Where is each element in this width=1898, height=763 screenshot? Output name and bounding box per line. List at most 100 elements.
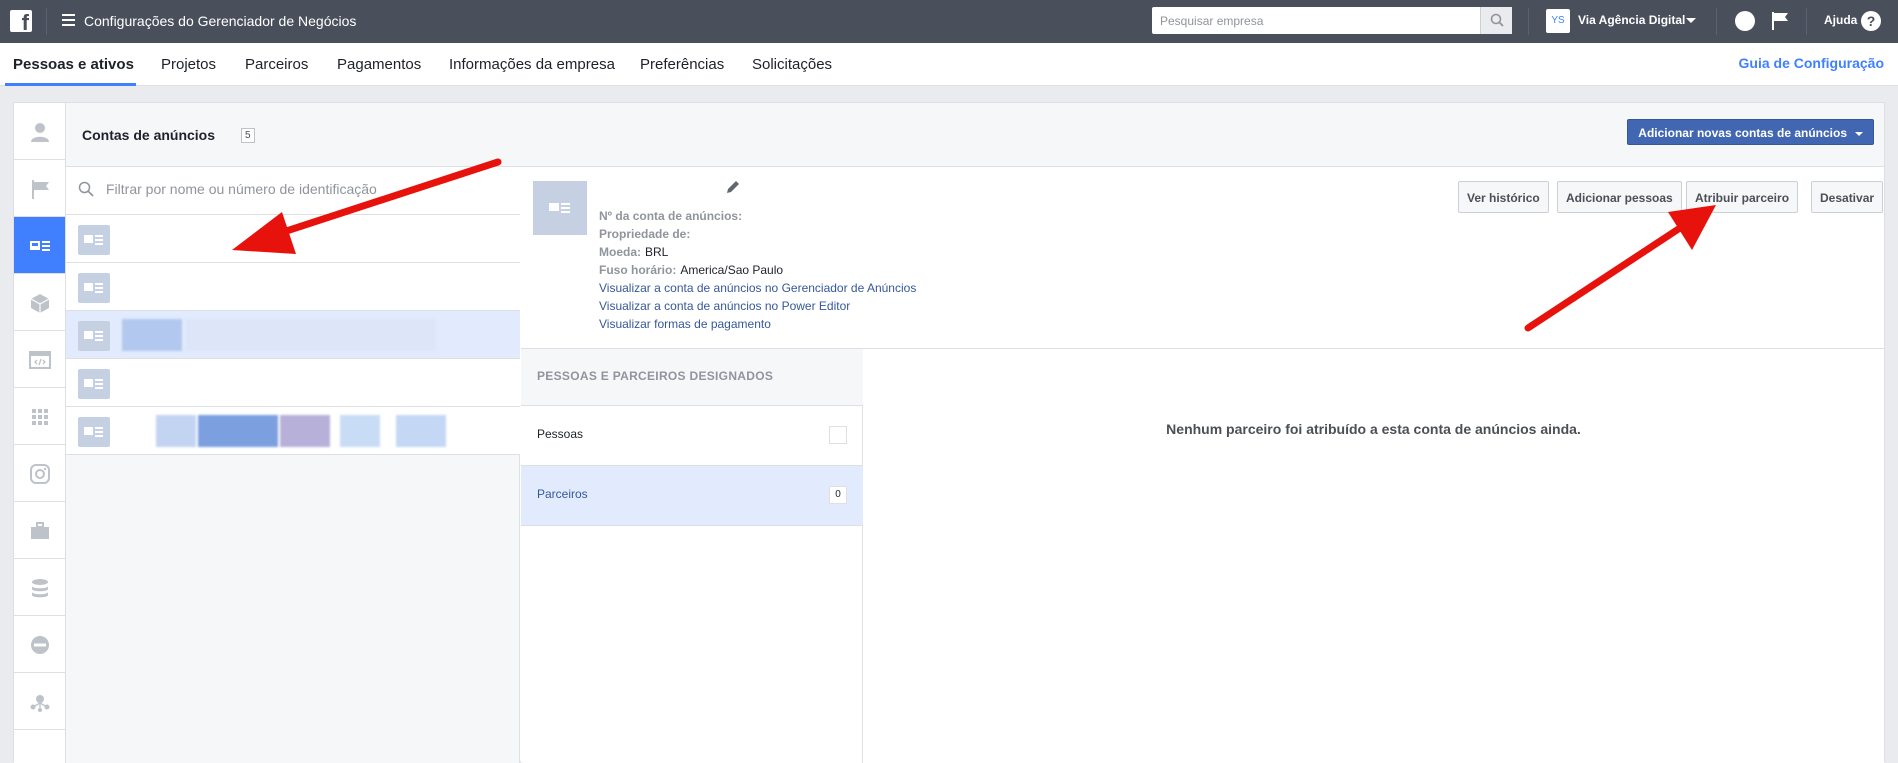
assign-partner-button[interactable]: Atribuir parceiro <box>1686 181 1799 213</box>
flag-icon[interactable] <box>1770 11 1790 31</box>
main-panel: Contas de anúncios 5 Adicionar novas con… <box>13 102 1885 763</box>
menu-icon[interactable] <box>62 14 75 26</box>
view-payment-methods-link[interactable]: Visualizar formas de pagamento <box>599 317 771 331</box>
database-icon <box>32 579 48 598</box>
partners-count-badge: 0 <box>829 486 847 504</box>
view-in-ads-manager-link[interactable]: Visualizar a conta de anúncios no Gerenc… <box>599 281 916 295</box>
business-switcher[interactable]: Via Agência Digital <box>1578 13 1685 27</box>
tab-payments[interactable]: Pagamentos <box>337 56 421 73</box>
rail-item-block-lists[interactable] <box>14 616 65 673</box>
people-count-badge <box>829 426 847 444</box>
active-tab-indicator <box>5 83 136 86</box>
ad-accounts-header: Contas de anúncios 5 Adicionar novas con… <box>66 103 1884 167</box>
ad-account-icon <box>30 241 50 251</box>
assigned-menu: PESSOAS E PARCEIROS DESIGNADOS Pessoas P… <box>521 349 863 763</box>
app-title: Configurações do Gerenciador de Negócios <box>84 13 357 29</box>
ad-account-currency: Moeda: BRL <box>599 245 669 259</box>
divider <box>1716 8 1717 35</box>
deactivate-button[interactable]: Desativar <box>1811 181 1884 213</box>
account-summary: Nº da conta de anúncios: Propriedade de:… <box>521 167 1884 349</box>
assigned-item-label: Pessoas <box>537 427 584 441</box>
divider <box>1806 8 1807 35</box>
search-button[interactable] <box>1480 7 1512 34</box>
add-ad-accounts-button[interactable]: Adicionar novas contas de anúncios <box>1627 119 1874 145</box>
ad-account-icon <box>78 225 110 255</box>
rail-item-instagram[interactable] <box>14 445 65 502</box>
assigned-item-people[interactable]: Pessoas <box>521 406 863 466</box>
filter-input[interactable] <box>106 181 506 197</box>
instagram-icon <box>30 464 50 484</box>
rail-item-offline-events[interactable] <box>14 559 65 616</box>
settings-tabs: Pessoas e ativos Projetos Parceiros Paga… <box>0 43 1898 86</box>
tab-business-info[interactable]: Informações da empresa <box>449 56 615 73</box>
rail-item-people[interactable] <box>14 103 65 160</box>
block-icon <box>31 636 49 654</box>
redacted-name <box>280 415 330 447</box>
page-title: Contas de anúncios <box>82 127 216 143</box>
ad-account-owner: Propriedade de: <box>599 227 691 241</box>
asset-type-rail <box>14 103 66 763</box>
assigned-item-partners[interactable]: Parceiros 0 <box>521 466 863 526</box>
ad-account-icon <box>78 273 110 303</box>
code-window-icon <box>29 351 51 369</box>
rail-item-pixels[interactable] <box>14 331 65 388</box>
assigned-item-label: Parceiros <box>537 487 588 501</box>
redacted-name <box>396 415 446 447</box>
rail-item-ad-accounts[interactable] <box>14 217 65 274</box>
ad-account-icon <box>78 369 110 399</box>
redacted-name <box>122 319 182 351</box>
cube-icon <box>30 294 50 313</box>
account-count-badge: 5 <box>241 128 255 143</box>
tab-projects[interactable]: Projetos <box>161 56 216 73</box>
list-item[interactable] <box>66 359 520 407</box>
redacted-name <box>156 415 196 447</box>
pencil-icon[interactable] <box>725 179 741 195</box>
view-in-power-editor-link[interactable]: Visualizar a conta de anúncios no Power … <box>599 299 850 313</box>
business-search <box>1152 7 1512 34</box>
list-item[interactable] <box>66 215 520 263</box>
globe-icon[interactable] <box>1735 11 1755 31</box>
assigned-header: PESSOAS E PARCEIROS DESIGNADOS <box>521 349 863 406</box>
add-ad-accounts-label: Adicionar novas contas de anúncios <box>1638 126 1847 140</box>
tab-partners[interactable]: Parceiros <box>245 56 308 73</box>
add-people-button[interactable]: Adicionar pessoas <box>1557 181 1682 213</box>
flag-icon <box>32 180 49 199</box>
business-search-input[interactable] <box>1152 7 1482 34</box>
person-icon <box>31 123 49 142</box>
search-icon <box>1490 13 1504 27</box>
top-bar: f Configurações do Gerenciador de Negóci… <box>0 0 1898 43</box>
tab-people-and-assets[interactable]: Pessoas e ativos <box>13 56 134 73</box>
setup-guide-link[interactable]: Guia de Configuração <box>1739 55 1884 71</box>
divider <box>1528 8 1529 35</box>
rail-item-connections[interactable] <box>14 673 65 730</box>
rail-item-catalogs[interactable] <box>14 274 65 331</box>
help-link[interactable]: Ajuda <box>1824 13 1857 27</box>
divider <box>46 8 47 35</box>
search-icon <box>78 181 94 197</box>
redacted-name <box>340 415 380 447</box>
help-icon[interactable]: ? <box>1861 11 1881 31</box>
view-history-button[interactable]: Ver histórico <box>1458 181 1549 213</box>
filter-bar <box>66 167 520 215</box>
ad-account-timezone: Fuso horário: America/Sao Paulo <box>599 263 784 277</box>
grid-icon <box>32 409 48 425</box>
rail-item-pages[interactable] <box>14 160 65 217</box>
ad-account-icon <box>78 417 110 447</box>
briefcase-icon <box>31 522 49 539</box>
business-avatar[interactable]: YS <box>1546 9 1570 33</box>
redacted-name <box>186 319 436 351</box>
ad-account-icon <box>78 321 110 351</box>
tab-requests[interactable]: Solicitações <box>752 56 832 73</box>
list-item[interactable] <box>66 407 520 455</box>
empty-state-message: Nenhum parceiro foi atribuído a esta con… <box>1166 421 1581 437</box>
ad-account-detail: Nº da conta de anúncios: Propriedade de:… <box>521 167 1884 763</box>
ad-account-icon <box>533 181 587 235</box>
rail-item-apps[interactable] <box>14 388 65 445</box>
chevron-down-icon[interactable] <box>1686 18 1696 23</box>
facebook-logo-icon[interactable]: f <box>10 10 32 32</box>
list-item[interactable] <box>66 263 520 311</box>
tab-preferences[interactable]: Preferências <box>640 56 724 73</box>
list-item[interactable] <box>66 311 520 359</box>
network-icon <box>30 695 50 712</box>
rail-item-business[interactable] <box>14 502 65 559</box>
